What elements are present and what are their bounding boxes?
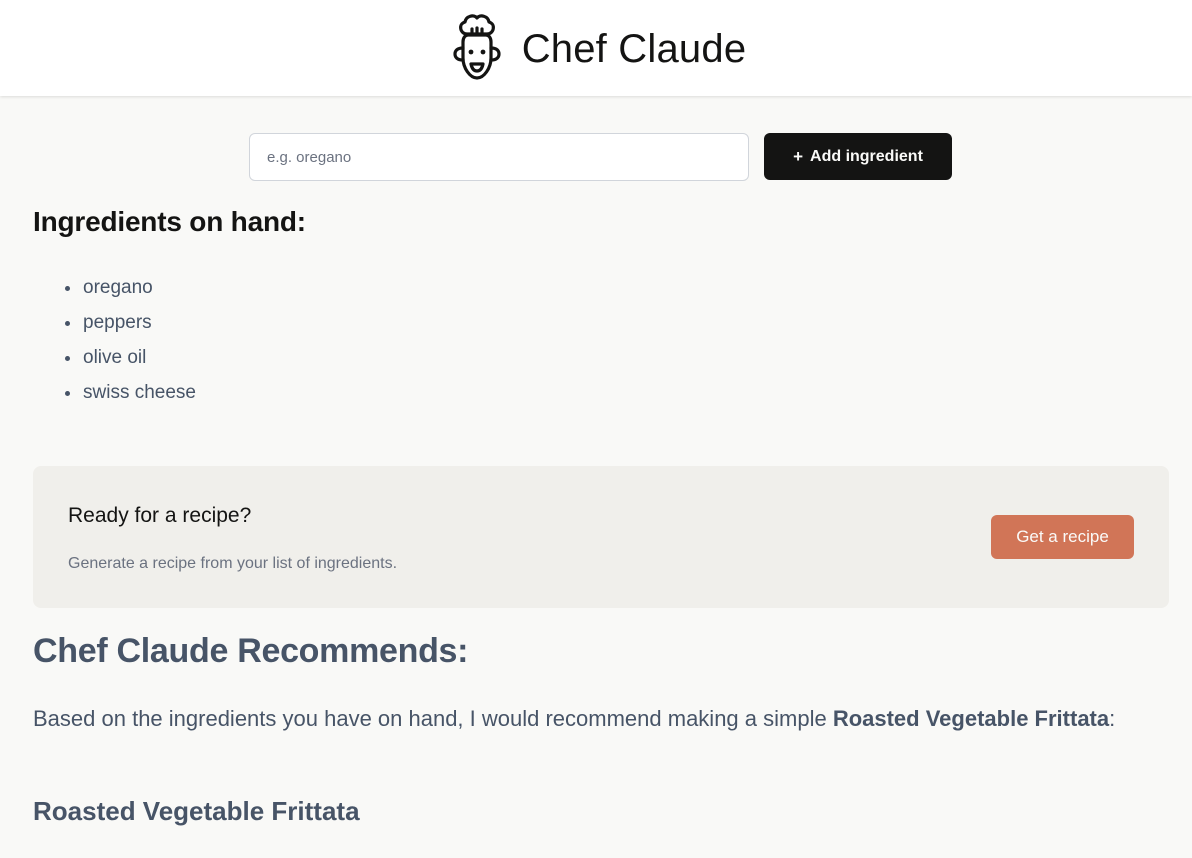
- get-recipe-card: Ready for a recipe? Generate a recipe fr…: [33, 466, 1169, 608]
- add-ingredient-label: Add ingredient: [810, 147, 923, 165]
- recommendation-intro-text: Based on the ingredients you have on han…: [33, 706, 833, 731]
- recommendation-intro: Based on the ingredients you have on han…: [33, 702, 1143, 735]
- recommended-dish-name: Roasted Vegetable Frittata: [832, 706, 1110, 731]
- recipe-title: Roasted Vegetable Frittata: [33, 796, 360, 826]
- app-title: Chef Claude: [521, 26, 747, 71]
- recommendation-intro-suffix: :: [1109, 706, 1116, 731]
- plus-icon: +: [793, 146, 804, 166]
- add-ingredient-form: + Add ingredient: [249, 133, 952, 181]
- chef-hat-face-icon: [453, 14, 501, 80]
- cta-description: Generate a recipe from your list of ingr…: [68, 555, 398, 572]
- ingredients-heading: Ingredients on hand:: [33, 206, 306, 237]
- recommendation-heading: Chef Claude Recommends:: [33, 632, 469, 670]
- ingredients-list: oregano peppers olive oil swiss cheese: [65, 270, 196, 410]
- get-recipe-button[interactable]: Get a recipe: [991, 515, 1134, 559]
- app-header: Chef Claude: [0, 0, 1192, 96]
- ingredient-input[interactable]: [249, 133, 749, 181]
- ingredient-item: olive oil: [65, 340, 196, 375]
- add-ingredient-button[interactable]: + Add ingredient: [764, 133, 952, 180]
- ingredient-item: oregano: [65, 270, 196, 305]
- cta-title: Ready for a recipe?: [68, 504, 252, 527]
- ingredient-item: swiss cheese: [65, 375, 196, 410]
- ingredient-item: peppers: [65, 305, 196, 340]
